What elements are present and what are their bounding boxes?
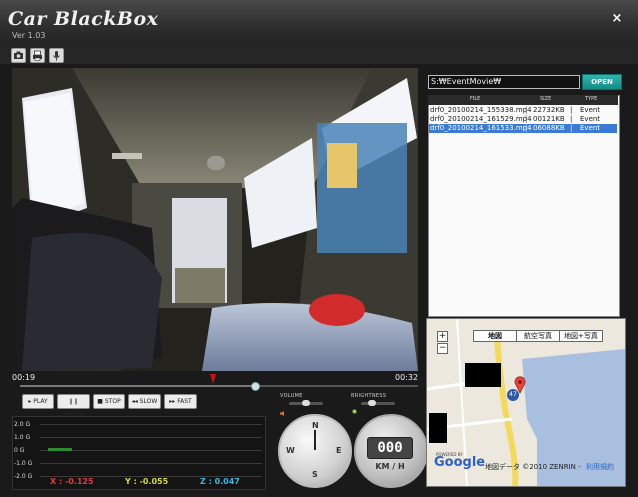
file-row-selected[interactable]: drf0_20100214_161533.mp4 | 06088KB | Eve… [429, 124, 617, 133]
time-total: 00:32 [395, 373, 419, 382]
sun-icon [351, 400, 358, 414]
g-sensor-trace [48, 448, 72, 451]
map-tab-map[interactable]: 地図 [473, 330, 517, 342]
event-marker-icon [210, 374, 216, 384]
folder-path-input[interactable]: S:₩EventMovie₩ [428, 75, 580, 89]
map-attribution: 地図データ ©2010 ZENRIN - [485, 463, 581, 471]
file-row[interactable]: drf0_20100214_161529.mp4 | 00121KB | Eve… [429, 115, 617, 124]
graph-y-label: -2.0 G [14, 473, 33, 480]
fast-button[interactable]: ▸▸ FAST [164, 394, 197, 409]
brightness-slider-thumb[interactable] [368, 400, 376, 406]
column-header-type: TYPE [585, 96, 598, 102]
speed-unit: KM / H [375, 462, 405, 471]
time-elapsed: 00:19 [12, 373, 36, 382]
y-axis-readout: Y : -0.055 [125, 477, 169, 486]
file-name: drf0_20100214_161529.mp4 [430, 115, 532, 123]
brightness-slider[interactable] [361, 402, 395, 405]
seek-thumb[interactable] [251, 382, 260, 391]
map-tab-satellite[interactable]: 航空写真 [516, 330, 560, 342]
stop-button[interactable]: ■ STOP [93, 394, 125, 409]
video-player[interactable] [12, 68, 418, 371]
camera-icon[interactable] [11, 48, 26, 63]
toolbar [0, 44, 638, 64]
close-button[interactable]: × [610, 12, 624, 26]
graph-y-label: 2.0 G [14, 421, 31, 428]
open-button[interactable]: OPEN [582, 74, 622, 90]
graph-gridline [40, 450, 262, 451]
print-icon[interactable] [30, 48, 45, 63]
compass-west: W [286, 446, 295, 455]
file-name: drf0_20100214_155338.mp4 [430, 106, 532, 114]
brightness-label: BRIGHTNESS [351, 393, 387, 399]
file-name: drf0_20100214_161533.mp4 [430, 124, 532, 132]
app-title: Car BlackBox [8, 8, 159, 30]
file-size: 22732KB [533, 106, 565, 114]
map-pin-icon[interactable] [514, 376, 526, 394]
column-header-size: SIZE [540, 96, 552, 102]
file-size: 06088KB [533, 124, 565, 132]
x-axis-readout: X : -0.125 [50, 477, 94, 486]
pause-button[interactable]: ❙❙ PAUSE [57, 394, 90, 418]
volume-slider-thumb[interactable] [302, 400, 310, 406]
app-version: Ver 1.03 [12, 31, 46, 40]
map-zoom-out-button[interactable]: − [437, 343, 448, 354]
seek-bar-fill [20, 385, 255, 387]
graph-gridline [40, 437, 262, 438]
graph-gridline [40, 424, 262, 425]
play-button[interactable]: ▸ PLAY [22, 394, 54, 409]
compass-north: N [312, 421, 319, 430]
video-frame-image [12, 68, 418, 371]
graph-y-label: -1.0 G [14, 460, 33, 467]
slow-button[interactable]: ◂◂ SLOW [128, 394, 161, 409]
speaker-icon [280, 401, 286, 416]
compass-east: E [336, 446, 342, 455]
volume-label: VOLUME [280, 393, 303, 399]
z-axis-readout: Z : 0.047 [200, 477, 240, 486]
map-tab-hybrid[interactable]: 地図+写真 [559, 330, 603, 342]
graph-y-label: 1.0 G [14, 434, 31, 441]
compass-needle-icon [314, 430, 316, 450]
file-size: 00121KB [533, 115, 565, 123]
graph-gridline [40, 463, 262, 464]
map-terms-link[interactable]: 利用規約 [586, 462, 614, 472]
graph-y-label: 0 G [14, 447, 25, 454]
speed-value: 000 [367, 437, 413, 459]
file-type: Event [580, 106, 601, 114]
file-type: Event [580, 115, 601, 123]
compass-south: S [312, 470, 318, 479]
column-header-file: FILE [470, 96, 481, 102]
map-zoom-in-button[interactable]: + [437, 331, 448, 342]
microphone-icon[interactable] [49, 48, 64, 63]
file-row[interactable]: drf0_20100214_155338.mp4 | 22732KB | Eve… [429, 106, 617, 115]
google-logo: Google [434, 455, 486, 470]
file-type: Event [580, 124, 601, 132]
